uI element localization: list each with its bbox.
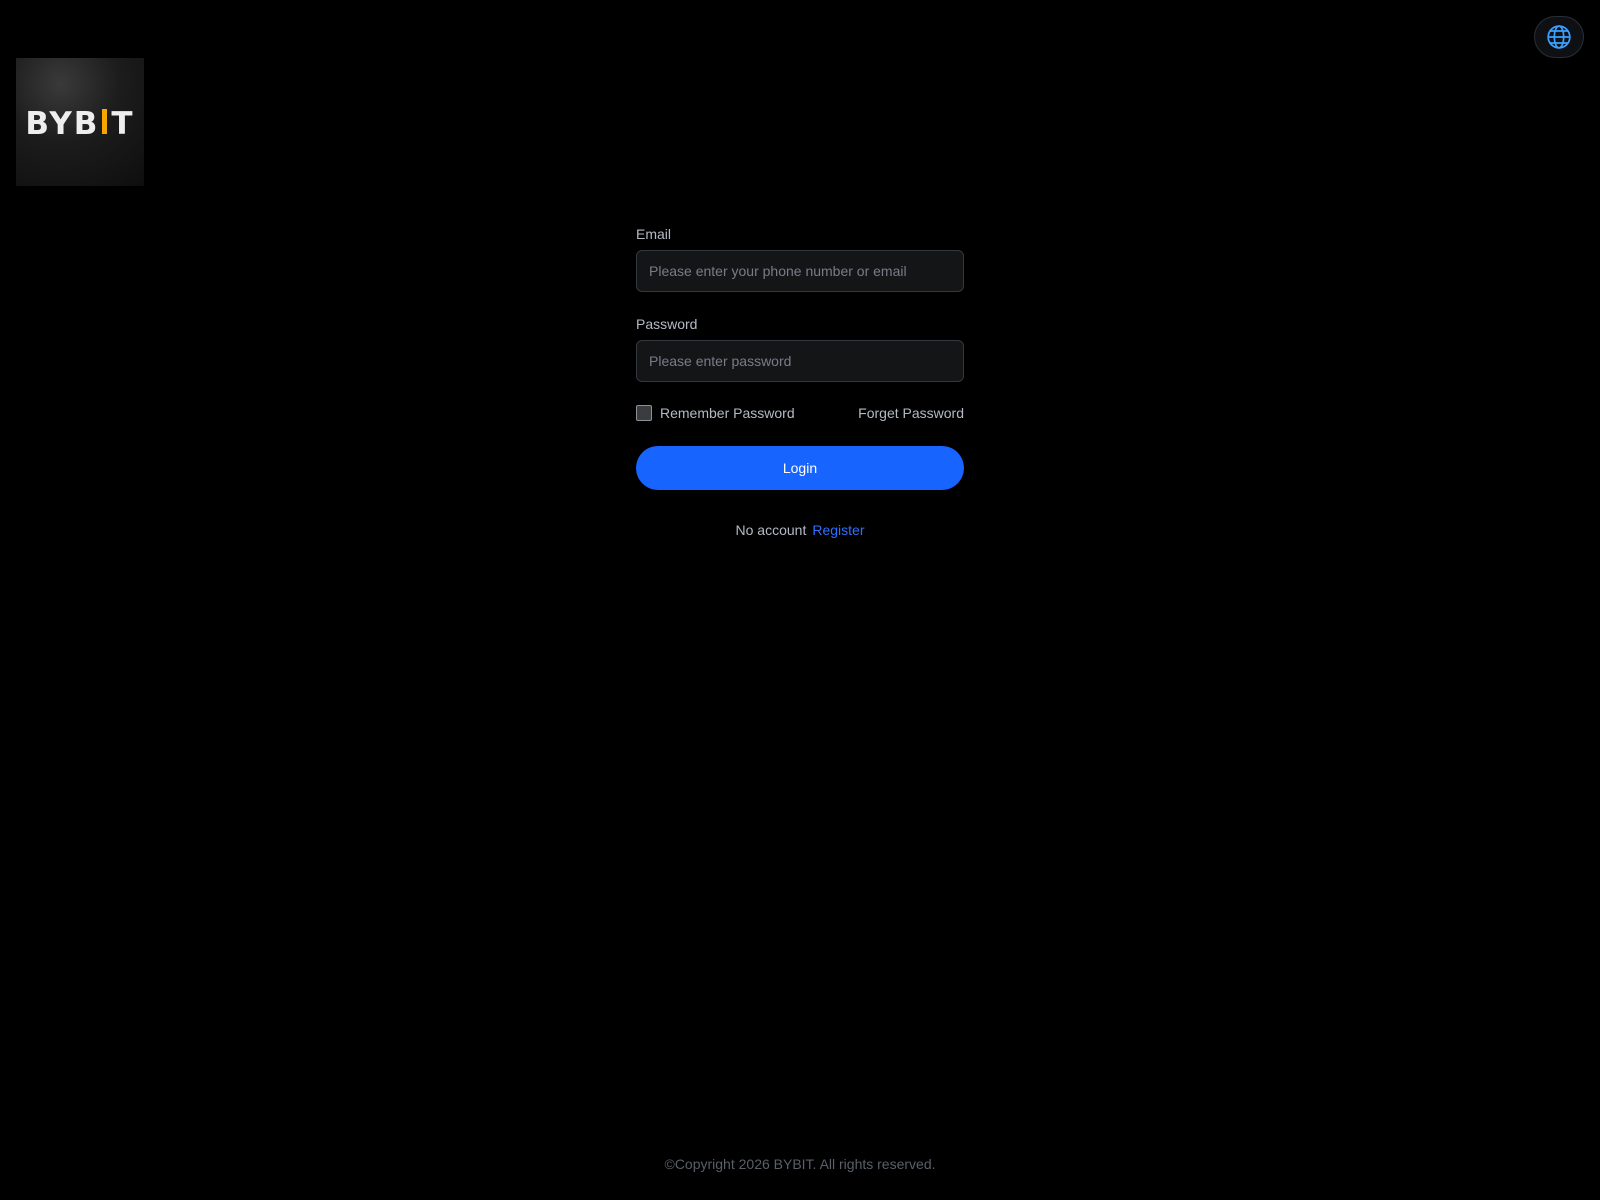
email-label: Email (636, 226, 672, 242)
password-input[interactable] (636, 340, 964, 382)
remember-password-label[interactable]: Remember Password (660, 405, 795, 421)
password-label: Password (636, 316, 698, 332)
remember-password-toggle[interactable]: Remember Password (636, 405, 795, 421)
logo-text-suffix: T (111, 106, 135, 142)
email-input[interactable] (636, 250, 964, 292)
no-account-text: No account (735, 522, 807, 538)
password-group: Password (636, 312, 964, 382)
logo-text-prefix: BYB (25, 106, 100, 142)
logo-wordmark: BYB T (25, 106, 134, 142)
register-link[interactable]: Register (812, 522, 864, 538)
login-form: Email Password Remember Password Forget … (636, 222, 964, 538)
register-row: No account Register (636, 522, 964, 538)
bybit-logo: BYB T (16, 58, 144, 186)
logo-accent-bar (102, 109, 108, 134)
footer-copyright: ©Copyright 2026 BYBIT. All rights reserv… (664, 1156, 936, 1172)
login-page: BYB T Email Password Remember Password Fo… (0, 0, 1600, 1200)
email-group: Email (636, 222, 964, 292)
forget-password-link[interactable]: Forget Password (858, 405, 964, 421)
login-button[interactable]: Login (636, 446, 964, 490)
remember-password-checkbox[interactable] (636, 405, 652, 421)
options-row: Remember Password Forget Password (636, 402, 964, 424)
language-button[interactable] (1534, 16, 1584, 58)
globe-icon (1547, 25, 1571, 49)
